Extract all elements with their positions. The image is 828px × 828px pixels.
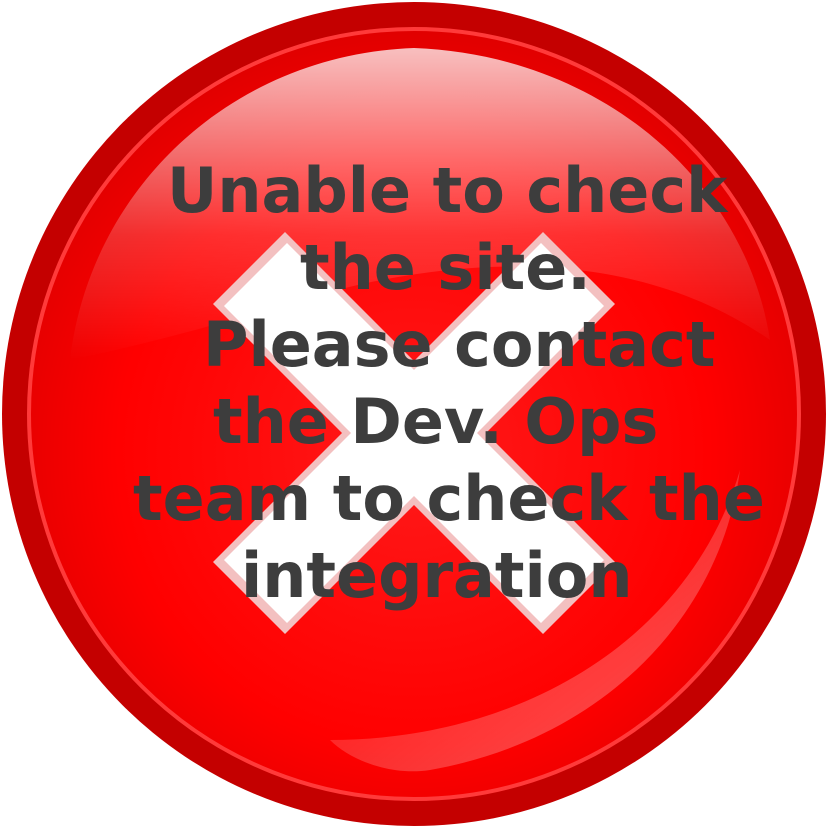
message-line: the Dev. Ops <box>213 385 659 458</box>
message-line: Please contact <box>203 308 716 381</box>
message-line: the site. <box>300 231 591 304</box>
message-line: Unable to check <box>167 154 728 227</box>
error-message: Unable to check the site. Please contact… <box>0 0 828 828</box>
error-dialog: Unable to check the site. Please contact… <box>0 0 828 828</box>
message-line: integration <box>241 539 633 612</box>
message-line: team to check the <box>133 462 765 535</box>
